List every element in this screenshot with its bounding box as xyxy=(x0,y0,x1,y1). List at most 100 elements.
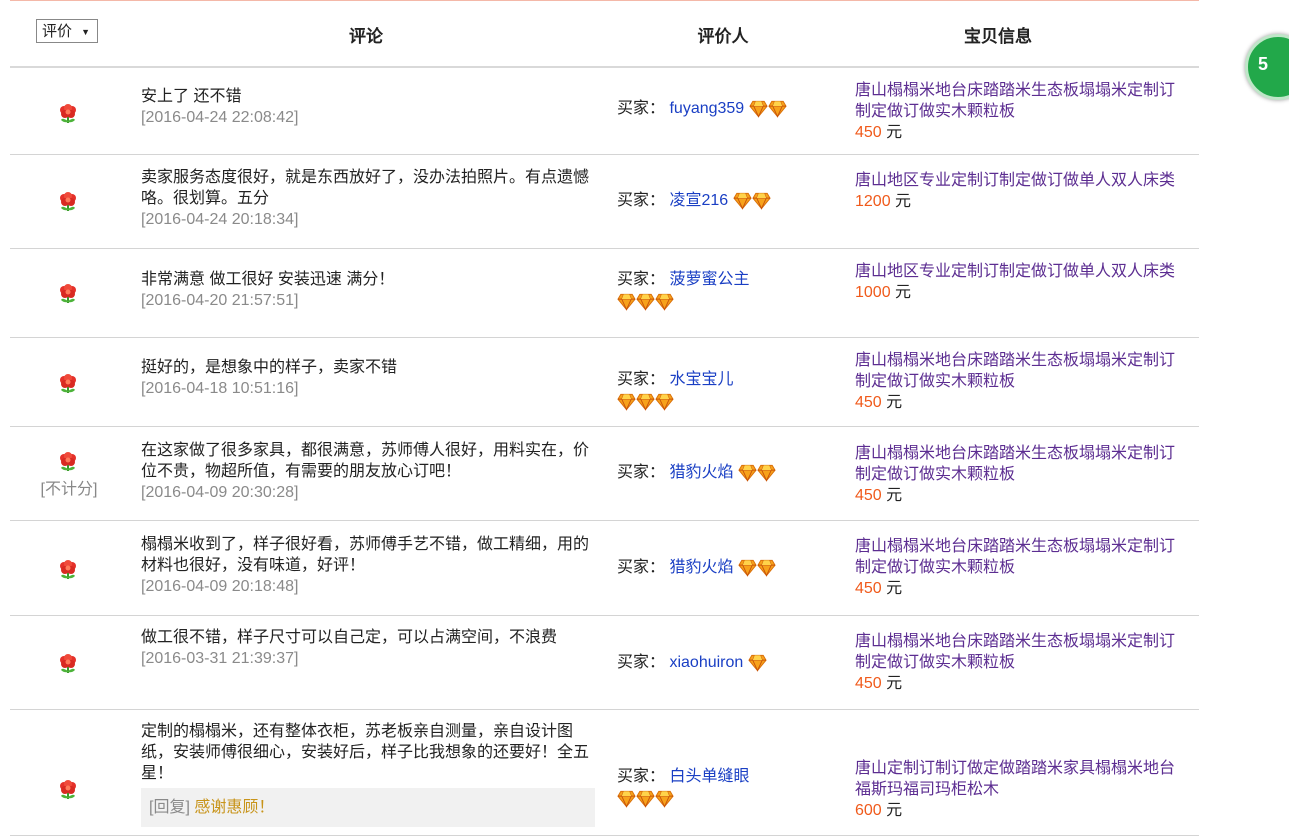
item-title-link[interactable]: 唐山榻榻米地台床踏踏米生态板塌塌米定制订制定做订做实木颗粒板 xyxy=(855,631,1190,673)
table-row: 定制的榻榻米，还有整体衣柜，苏老板亲自测量，亲自设计图纸，安装师傅很细心，安装好… xyxy=(10,710,1199,836)
header-reviewer: 评价人 xyxy=(697,27,749,46)
item-price: 1200 xyxy=(855,193,891,210)
reviewer-cell: 买家： xiaohuiron xyxy=(617,652,827,674)
side-badge-text: 5 xyxy=(1258,54,1269,74)
reviewer-name-link[interactable]: 猎豹火焰 xyxy=(669,559,733,576)
buyer-prefix: 买家： xyxy=(617,464,666,481)
good-rating-flower-icon xyxy=(58,452,78,472)
item-info-cell: 唐山榻榻米地台床踏踏米生态板塌塌米定制订制定做订做实木颗粒板 450 元 xyxy=(855,80,1190,143)
reply-label: [回复] xyxy=(149,799,190,816)
table-row: 榻榻米收到了，样子很好看，苏师傅手艺不错，做工精细，用的材料也很好，没有味道，好… xyxy=(10,521,1199,616)
item-price: 450 xyxy=(855,124,882,141)
reviewer-cell: 买家： 水宝宝儿 xyxy=(617,369,827,413)
item-title-link[interactable]: 唐山榻榻米地台床踏踏米生态板塌塌米定制订制定做订做实木颗粒板 xyxy=(855,350,1190,392)
diamond-level-icon xyxy=(757,559,776,577)
reviewer-name-link[interactable]: 猎豹火焰 xyxy=(669,464,733,481)
seller-reply: [回复] 感谢惠顾！ xyxy=(141,788,595,827)
reviewer-cell: 买家： 凌宣216 xyxy=(617,190,827,212)
comment-cell: 安上了 还不错 [2016-04-24 22:08:42] xyxy=(141,86,601,128)
dropdown-arrow-icon: ▼ xyxy=(81,27,90,37)
good-rating-flower-icon xyxy=(58,192,78,212)
currency-unit: 元 xyxy=(886,580,903,597)
comment-cell: 榻榻米收到了，样子很好看，苏师傅手艺不错，做工精细，用的材料也很好，没有味道，好… xyxy=(141,534,601,597)
reviewer-name-link[interactable]: xiaohuiron xyxy=(669,654,743,671)
comment-text: 非常满意 做工很好 安装迅速 满分！ xyxy=(141,271,395,288)
comment-date: [2016-04-18 10:51:16] xyxy=(141,380,299,397)
currency-unit: 元 xyxy=(895,193,912,210)
item-title-link[interactable]: 唐山定制订制订做定做踏踏米家具榻榻米地台福斯玛福司玛柜松木 xyxy=(855,758,1190,800)
currency-unit: 元 xyxy=(886,394,903,411)
good-rating-flower-icon xyxy=(58,374,78,394)
item-info-cell: 唐山地区专业定制订制定做订做单人双人床类 1000 元 xyxy=(855,261,1190,303)
currency-unit: 元 xyxy=(886,675,903,692)
currency-unit: 元 xyxy=(886,124,903,141)
currency-unit: 元 xyxy=(886,802,903,819)
header-comment: 评论 xyxy=(349,27,383,46)
diamond-level-icon xyxy=(757,464,776,482)
reviewer-name-link[interactable]: 水宝宝儿 xyxy=(669,371,733,388)
reviewer-name-link[interactable]: 凌宣216 xyxy=(669,192,728,209)
item-info-cell: 唐山榻榻米地台床踏踏米生态板塌塌米定制订制定做订做实木颗粒板 450 元 xyxy=(855,443,1190,506)
diamond-level-icon xyxy=(768,100,787,118)
item-title-link[interactable]: 唐山榻榻米地台床踏踏米生态板塌塌米定制订制定做订做实木颗粒板 xyxy=(855,443,1190,485)
comment-cell: 定制的榻榻米，还有整体衣柜，苏老板亲自测量，亲自设计图纸，安装师傅很细心，安装好… xyxy=(141,721,601,827)
reviewer-name-link[interactable]: 菠萝蜜公主 xyxy=(669,271,749,288)
comment-cell: 卖家服务态度很好，就是东西放好了，没办法拍照片。有点遗憾咯。很划算。五分 [201… xyxy=(141,167,601,230)
comment-date: [2016-04-24 20:18:34] xyxy=(141,211,299,228)
comment-text: 做工很不错，样子尺寸可以自己定，可以占满空间，不浪费 xyxy=(141,629,558,646)
item-info-cell: 唐山地区专业定制订制定做订做单人双人床类 1200 元 xyxy=(855,170,1190,212)
rating-filter-select[interactable]: 评价 ▼ xyxy=(36,19,98,43)
diamond-level-icon xyxy=(752,192,771,210)
reviewer-cell: 买家： 白头单缝眼 xyxy=(617,766,827,810)
diamond-level-icon xyxy=(617,790,636,808)
diamond-level-icon xyxy=(636,393,655,411)
diamond-level-icon xyxy=(617,393,636,411)
comment-text: 挺好的，是想象中的样子，卖家不错 xyxy=(141,359,398,376)
reviewer-name-link[interactable]: 白头单缝眼 xyxy=(669,768,749,785)
item-title-link[interactable]: 唐山榻榻米地台床踏踏米生态板塌塌米定制订制定做订做实木颗粒板 xyxy=(855,536,1190,578)
reviewer-name-link[interactable]: fuyang359 xyxy=(669,100,744,117)
comment-date: [2016-03-31 21:39:37] xyxy=(141,650,299,667)
currency-unit: 元 xyxy=(895,284,912,301)
good-rating-flower-icon xyxy=(58,560,78,580)
item-title-link[interactable]: 唐山地区专业定制订制定做订做单人双人床类 xyxy=(855,170,1190,191)
diamond-level-icon xyxy=(738,464,757,482)
diamond-level-icon xyxy=(733,192,752,210)
comment-text: 卖家服务态度很好，就是东西放好了，没办法拍照片。有点遗憾咯。很划算。五分 xyxy=(141,169,590,207)
comment-cell: 做工很不错，样子尺寸可以自己定，可以占满空间，不浪费 [2016-03-31 21… xyxy=(141,627,601,669)
item-price: 450 xyxy=(855,580,882,597)
reviewer-cell: 买家： 菠萝蜜公主 xyxy=(617,269,827,313)
comment-text: 安上了 还不错 xyxy=(141,88,242,105)
good-rating-flower-icon xyxy=(58,780,78,800)
item-title-link[interactable]: 唐山榻榻米地台床踏踏米生态板塌塌米定制订制定做订做实木颗粒板 xyxy=(855,80,1190,122)
good-rating-flower-icon xyxy=(58,284,78,304)
comment-date: [2016-04-24 22:08:42] xyxy=(141,109,299,126)
buyer-prefix: 买家： xyxy=(617,271,666,288)
diamond-level-icon xyxy=(617,293,636,311)
table-row: 安上了 还不错 [2016-04-24 22:08:42] 买家： fuyang35… xyxy=(10,67,1199,155)
side-float-badge[interactable]: 5 xyxy=(1245,34,1289,100)
good-rating-flower-icon xyxy=(58,654,78,674)
item-info-cell: 唐山榻榻米地台床踏踏米生态板塌塌米定制订制定做订做实木颗粒板 450 元 xyxy=(855,631,1190,694)
item-info-cell: 唐山榻榻米地台床踏踏米生态板塌塌米定制订制定做订做实木颗粒板 450 元 xyxy=(855,536,1190,599)
comment-cell: 挺好的，是想象中的样子，卖家不错 [2016-04-18 10:51:16] xyxy=(141,357,601,399)
comment-cell: 非常满意 做工很好 安装迅速 满分！ [2016-04-20 21:57:51] xyxy=(141,269,601,311)
table-row: 非常满意 做工很好 安装迅速 满分！ [2016-04-20 21:57:51] 买… xyxy=(10,249,1199,338)
item-title-link[interactable]: 唐山地区专业定制订制定做订做单人双人床类 xyxy=(855,261,1190,282)
comment-text: 榻榻米收到了，样子很好看，苏师傅手艺不错，做工精细，用的材料也很好，没有味道，好… xyxy=(141,536,590,574)
currency-unit: 元 xyxy=(886,487,903,504)
table-row: [不计分] 在这家做了很多家具，都很满意，苏师傅人很好，用料实在，价位不贵，物超所… xyxy=(10,427,1199,521)
item-info-cell: 唐山榻榻米地台床踏踏米生态板塌塌米定制订制定做订做实木颗粒板 450 元 xyxy=(855,350,1190,413)
buyer-prefix: 买家： xyxy=(617,192,666,209)
diamond-level-icon xyxy=(655,393,674,411)
diamond-level-icon xyxy=(655,790,674,808)
diamond-level-icon xyxy=(655,293,674,311)
reviewer-cell: 买家： 猎豹火焰 xyxy=(617,557,827,579)
table-header: 评价 ▼ 评论 评价人 宝贝信息 xyxy=(10,0,1199,68)
buyer-prefix: 买家： xyxy=(617,559,666,576)
good-rating-flower-icon xyxy=(58,104,78,124)
item-price: 450 xyxy=(855,487,882,504)
comment-date: [2016-04-20 21:57:51] xyxy=(141,292,299,309)
comment-text: 定制的榻榻米，还有整体衣柜，苏老板亲自测量，亲自设计图纸，安装师傅很细心，安装好… xyxy=(141,723,590,782)
item-price: 1000 xyxy=(855,284,891,301)
